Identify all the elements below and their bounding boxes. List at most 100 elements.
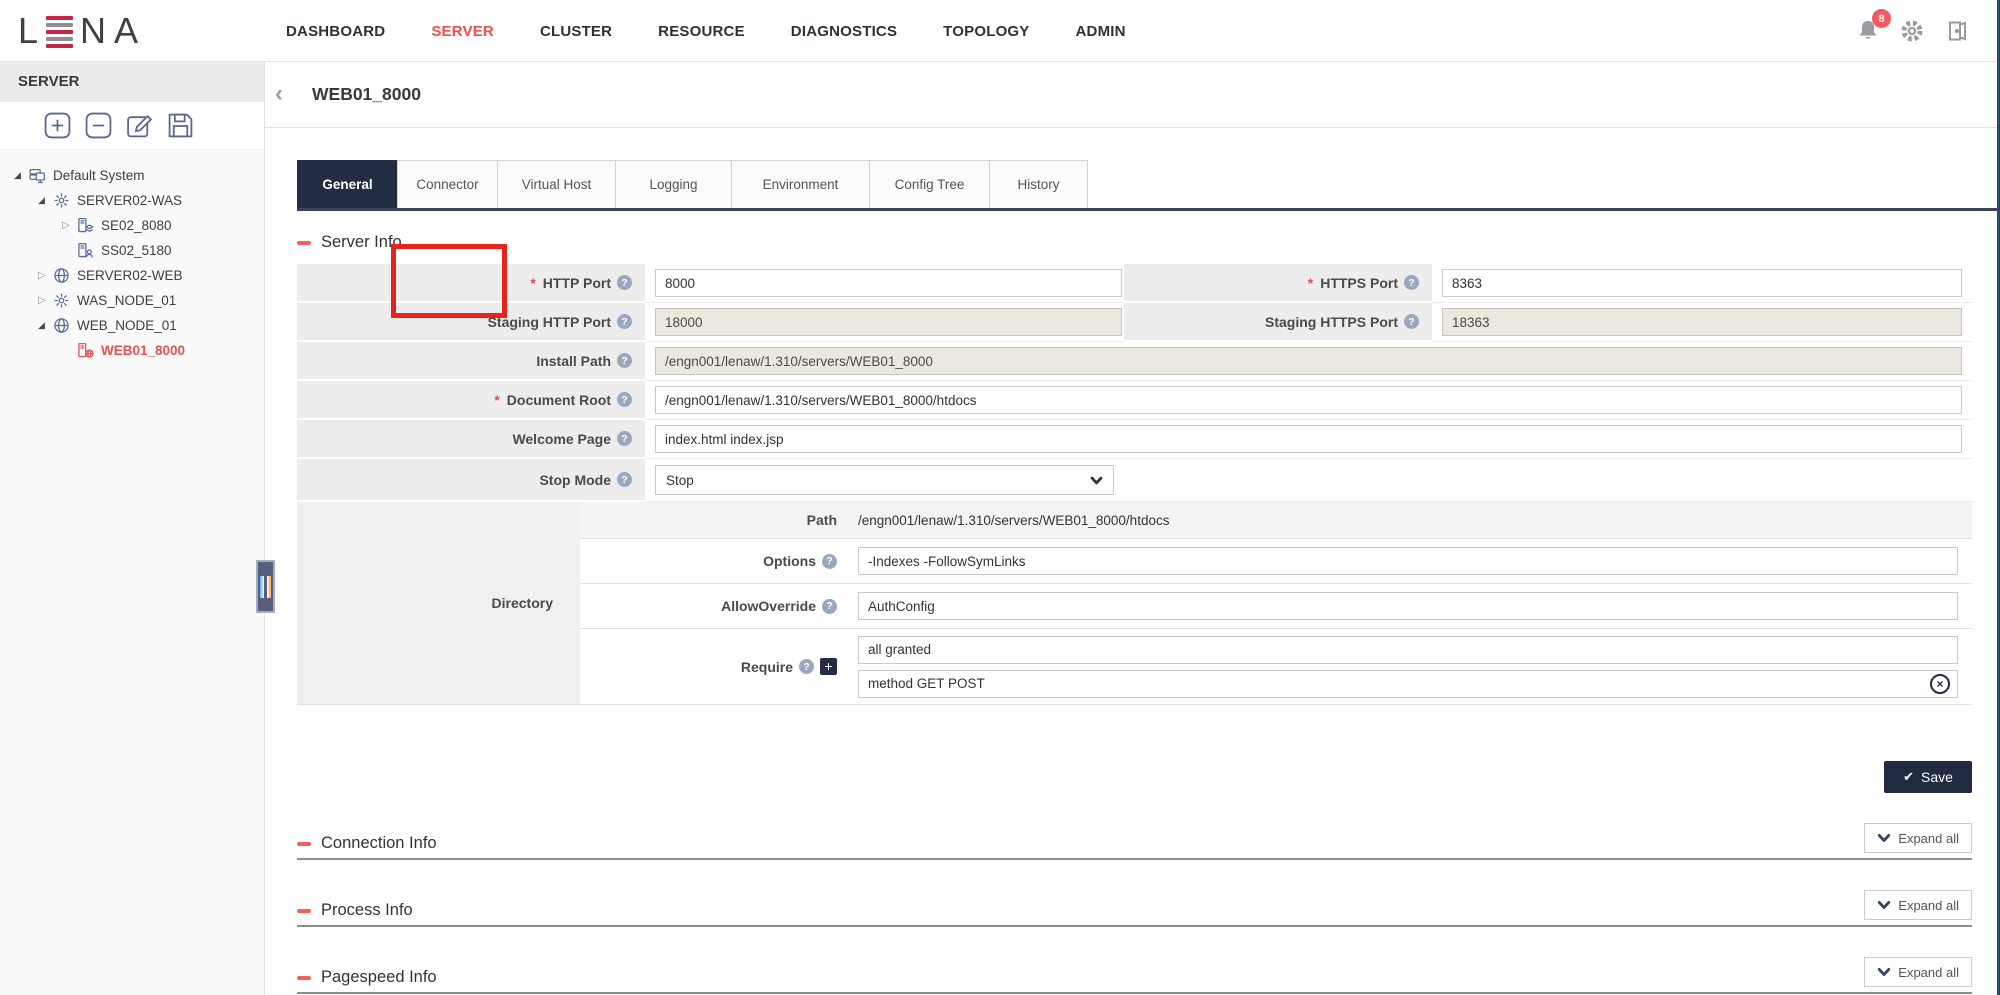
stop-mode-select[interactable]: Stop (655, 465, 1114, 495)
was-node-icon (53, 192, 70, 209)
help-icon[interactable] (617, 353, 632, 368)
help-icon[interactable] (617, 431, 632, 446)
expander-open-icon[interactable] (14, 170, 29, 181)
save-button-label: Save (1921, 769, 1953, 785)
tree-item-default-system[interactable]: Default System (0, 163, 264, 188)
tab-general[interactable]: General (297, 160, 398, 208)
edit-node-icon[interactable] (126, 112, 153, 139)
remove-node-icon[interactable] (85, 112, 112, 139)
web-node-icon (53, 267, 70, 284)
help-icon[interactable] (822, 599, 837, 614)
staging-https-port-label-cell: Staging HTTPS Port (1124, 303, 1432, 342)
expander-open-icon[interactable] (38, 320, 53, 331)
add-require-button[interactable] (820, 658, 837, 675)
tree-item-server02-web[interactable]: SERVER02-WEB (0, 263, 264, 288)
page-title: WEB01_8000 (312, 62, 421, 126)
expand-all-process-button[interactable]: Expand all (1864, 890, 1972, 920)
expand-all-pagespeed-button[interactable]: Expand all (1864, 957, 1972, 987)
document-root-input[interactable] (655, 386, 1962, 414)
lena-logo[interactable]: L N A (18, 11, 139, 51)
http-port-field-cell (645, 264, 1124, 303)
help-icon[interactable] (617, 314, 632, 329)
bell-icon[interactable]: 8 (1855, 18, 1881, 44)
breadcrumb-bar: ‹ WEB01_8000 (265, 62, 1997, 128)
allowoverride-input[interactable] (858, 592, 1958, 620)
logo-letter-l: L (18, 11, 39, 51)
document-root-label-cell: Document Root (297, 381, 645, 420)
field-label: Path (807, 512, 837, 528)
nav-cluster[interactable]: CLUSTER (540, 23, 612, 40)
tree-item-ss02-5180[interactable]: SS02_5180 (0, 238, 264, 263)
expand-all-connection-button[interactable]: Expand all (1864, 823, 1972, 853)
sidebar-splitter-handle[interactable] (256, 560, 275, 613)
field-label: Document Root (507, 392, 611, 408)
expander-closed-icon[interactable] (62, 220, 77, 231)
help-icon[interactable] (617, 275, 632, 290)
section-header-server-info: Server Info (297, 233, 1972, 252)
staging-http-port-input (655, 308, 1122, 336)
welcome-page-input[interactable] (655, 425, 1962, 453)
help-icon[interactable] (1404, 275, 1419, 290)
tree-item-web-node-01[interactable]: WEB_NODE_01 (0, 313, 264, 338)
help-icon[interactable] (1404, 314, 1419, 329)
options-input[interactable] (858, 547, 1958, 575)
nav-resource[interactable]: RESOURCE (658, 23, 745, 40)
gear-icon[interactable] (1900, 18, 1926, 44)
tab-virtual-host[interactable]: Virtual Host (497, 160, 616, 208)
content-body: General Connector Virtual Host Logging E… (265, 160, 1997, 994)
allowoverride-label-cell: AllowOverride (580, 598, 850, 614)
stop-mode-value: Stop (666, 473, 694, 488)
require-input-1[interactable] (858, 636, 1958, 664)
nav-topology[interactable]: TOPOLOGY (943, 23, 1029, 40)
chevron-left-icon[interactable]: ‹ (275, 76, 283, 112)
tab-bar: General Connector Virtual Host Logging E… (297, 160, 1972, 208)
tab-connector[interactable]: Connector (397, 160, 498, 208)
main-nav: DASHBOARD SERVER CLUSTER RESOURCE DIAGNO… (286, 0, 1126, 62)
help-icon[interactable] (822, 554, 837, 569)
tab-config-tree[interactable]: Config Tree (869, 160, 990, 208)
help-icon[interactable] (617, 472, 632, 487)
nav-diagnostics[interactable]: DIAGNOSTICS (791, 23, 897, 40)
sidebar-title: SERVER (0, 62, 264, 102)
tree-item-server02-was[interactable]: SERVER02-WAS (0, 188, 264, 213)
tab-environment[interactable]: Environment (731, 160, 870, 208)
field-label: Install Path (536, 353, 611, 369)
expander-open-icon[interactable] (38, 195, 53, 206)
https-port-input[interactable] (1442, 269, 1962, 297)
tree-item-web01-8000[interactable]: WEB01_8000 (0, 338, 264, 363)
http-port-input[interactable] (655, 269, 1122, 297)
save-tree-icon[interactable] (167, 112, 194, 139)
help-icon[interactable] (617, 392, 632, 407)
server-sidebar: SERVER Default System SERVER02-WAS SE02_… (0, 62, 265, 995)
logout-icon[interactable] (1945, 18, 1971, 44)
section-title: Process Info (321, 901, 413, 920)
stop-mode-field-cell: Stop (645, 459, 1972, 502)
tree-item-label: SERVER02-WEB (77, 268, 183, 283)
web-server-icon (77, 342, 94, 359)
field-label: Staging HTTP Port (488, 314, 611, 330)
field-label: Stop Mode (539, 472, 611, 488)
tree-item-was-node-01[interactable]: WAS_NODE_01 (0, 288, 264, 313)
path-value: /engn001/lenaw/1.310/servers/WEB01_8000/… (850, 513, 1972, 528)
tab-logging[interactable]: Logging (615, 160, 732, 208)
expander-closed-icon[interactable] (38, 295, 53, 306)
chevron-down-icon (1877, 832, 1891, 844)
required-star (530, 275, 536, 291)
nav-admin[interactable]: ADMIN (1076, 23, 1126, 40)
require-input-2[interactable] (858, 670, 1958, 698)
nav-dashboard[interactable]: DASHBOARD (286, 23, 385, 40)
save-button[interactable]: Save (1884, 761, 1972, 793)
server-tree: Default System SERVER02-WAS SE02_8080 SS… (0, 150, 264, 363)
directory-require-row: Require (580, 628, 1972, 704)
section-connection-info: Connection Info Expand all (297, 823, 1972, 860)
add-node-icon[interactable] (44, 112, 71, 139)
remove-require-icon[interactable] (1930, 674, 1950, 694)
nav-server[interactable]: SERVER (431, 23, 494, 40)
field-label: Welcome Page (512, 431, 611, 447)
tree-item-se02-8080[interactable]: SE02_8080 (0, 213, 264, 238)
help-icon[interactable] (799, 659, 814, 674)
tab-history[interactable]: History (989, 160, 1088, 208)
directory-group: Directory Path /engn001/lenaw/1.310/serv… (297, 502, 1972, 705)
options-label-cell: Options (580, 553, 850, 569)
expander-closed-icon[interactable] (38, 270, 53, 281)
